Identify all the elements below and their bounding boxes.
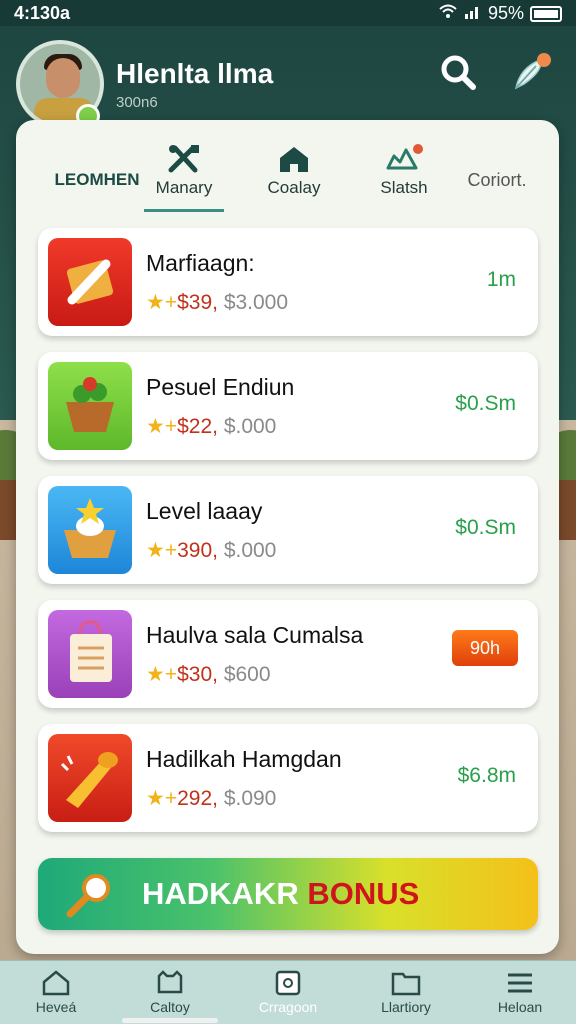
battery-percent: 95% <box>487 3 524 23</box>
square-icon <box>238 967 338 999</box>
avatar-face <box>46 58 80 98</box>
status-icons: 95% <box>438 3 562 24</box>
item-price: $22, <box>177 415 218 438</box>
bonus-label: HADKAKR BONUS <box>142 876 419 912</box>
tab-label: Manary <box>155 178 213 197</box>
search-icon <box>439 53 477 96</box>
status-bar: 4:130a 95% <box>0 0 576 26</box>
list-item[interactable]: Hadilkah Hamgdan ★+292, $.090 $6.8m <box>38 724 538 832</box>
item-name: Hadilkah Hamgdan <box>146 746 342 772</box>
star-icon: ★+ <box>146 415 178 438</box>
star-icon: ★+ <box>146 787 178 810</box>
nav-label: Heveá <box>35 999 77 1015</box>
home-icon <box>6 967 106 999</box>
list-item[interactable]: Pesuel Endiun ★+$22, $.000 $0.Sm <box>38 352 538 460</box>
feather-button[interactable] <box>510 52 554 96</box>
signal-icon <box>464 3 482 24</box>
nav-item-caltoy[interactable]: Caltoy <box>120 967 220 1015</box>
item-name: Marfiaagn: <box>146 250 255 276</box>
tab-label: Coalay <box>267 178 321 197</box>
nav-item-crragoon[interactable]: Crragoon <box>238 967 338 1015</box>
item-value: $6.8m <box>457 764 516 787</box>
item-stats: ★+390, $.000 <box>146 538 276 563</box>
cat-icon <box>120 967 220 999</box>
search-button[interactable] <box>436 52 480 96</box>
nav-label: Caltoy <box>150 999 190 1015</box>
item-stats: ★+$22, $.000 <box>146 414 276 439</box>
nav-item-heloan[interactable]: Heloan <box>470 967 570 1015</box>
list-item[interactable]: Marfiaagn: ★+$39, $3.000 1m <box>38 228 538 336</box>
tab-label: Slatsh <box>380 178 428 197</box>
active-tab-indicator <box>144 209 224 212</box>
house-icon <box>254 140 334 174</box>
tab-coriort[interactable]: Coriort. <box>452 166 542 236</box>
item-old-price: $.000 <box>223 539 277 562</box>
item-stats: ★+$39, $3.000 <box>146 290 288 315</box>
status-time: 4:130a <box>14 3 71 23</box>
main-panel: LEOMHEN Manary Coalay Slatsh Coriort. Ma… <box>16 120 559 954</box>
item-old-price: $.000 <box>223 415 277 438</box>
item-stats: ★+292, $.090 <box>146 786 276 811</box>
bonus-word-2: BONUS <box>307 876 420 911</box>
tab-manary[interactable]: Manary <box>144 140 224 212</box>
list-item[interactable]: Haulva sala Cumalsa ★+$30, $600 90h <box>38 600 538 708</box>
battery-icon <box>530 5 562 22</box>
star-icon: ★+ <box>146 663 178 686</box>
item-price: 390, <box>177 539 218 562</box>
item-name: Level laaay <box>146 498 263 524</box>
shopping-bag-icon <box>48 610 132 698</box>
list-item[interactable]: Level laaay ★+390, $.000 $0.Sm <box>38 476 538 584</box>
timer-badge: 90h <box>452 630 518 666</box>
app-title: Hlenlta llma <box>116 58 274 89</box>
item-old-price: $3.000 <box>223 291 289 314</box>
item-price: $39, <box>177 291 218 314</box>
magnifier-icon <box>64 872 114 923</box>
star-icon: ★+ <box>146 291 178 314</box>
bonus-word-1: HADKAKR <box>142 876 299 911</box>
nav-item-llartiory[interactable]: Llartiory <box>356 967 456 1015</box>
nav-label: Crragoon <box>258 999 318 1015</box>
tab-label: Coriort. <box>467 170 527 190</box>
menu-icon <box>470 967 570 999</box>
item-value: $0.Sm <box>455 392 516 415</box>
tab-leomhen[interactable]: LEOMHEN <box>42 166 152 236</box>
item-old-price: $.090 <box>223 787 277 810</box>
wifi-icon <box>438 3 458 24</box>
app-subtitle: 300n6 <box>116 94 158 111</box>
tools-icon <box>144 140 224 174</box>
item-old-price: $600 <box>223 663 271 686</box>
plant-basket-icon <box>48 362 132 450</box>
tab-bar: LEOMHEN Manary Coalay Slatsh Coriort. <box>16 120 559 220</box>
nav-label: Llartiory <box>381 999 431 1015</box>
tab-coalay[interactable]: Coalay <box>254 140 334 210</box>
item-price: $30, <box>177 663 218 686</box>
bonus-button[interactable]: HADKAKR BONUS <box>38 858 538 930</box>
folder-icon <box>356 967 456 999</box>
tab-slatsh[interactable]: Slatsh <box>364 140 444 210</box>
home-indicator[interactable] <box>122 1018 218 1023</box>
feather-icon <box>510 50 554 99</box>
trumpet-icon <box>48 734 132 822</box>
item-name: Haulva sala Cumalsa <box>146 622 364 648</box>
star-icon: ★+ <box>146 539 178 562</box>
nav-item-home[interactable]: Heveá <box>6 967 106 1015</box>
bottom-nav: Heveá Caltoy Crragoon Llartiory Heloan <box>0 960 576 1024</box>
egg-basket-icon <box>48 486 132 574</box>
cloud-icon <box>364 140 444 174</box>
item-stats: ★+$30, $600 <box>146 662 271 687</box>
item-value: $0.Sm <box>455 516 516 539</box>
item-list: Marfiaagn: ★+$39, $3.000 1m Pesuel Endiu… <box>38 228 538 848</box>
item-name: Pesuel Endiun <box>146 374 295 400</box>
pencil-ruler-icon <box>48 238 132 326</box>
item-value: 1m <box>486 268 516 291</box>
nav-label: Heloan <box>497 999 543 1015</box>
tab-label: LEOMHEN <box>54 170 140 189</box>
item-price: 292, <box>177 787 218 810</box>
